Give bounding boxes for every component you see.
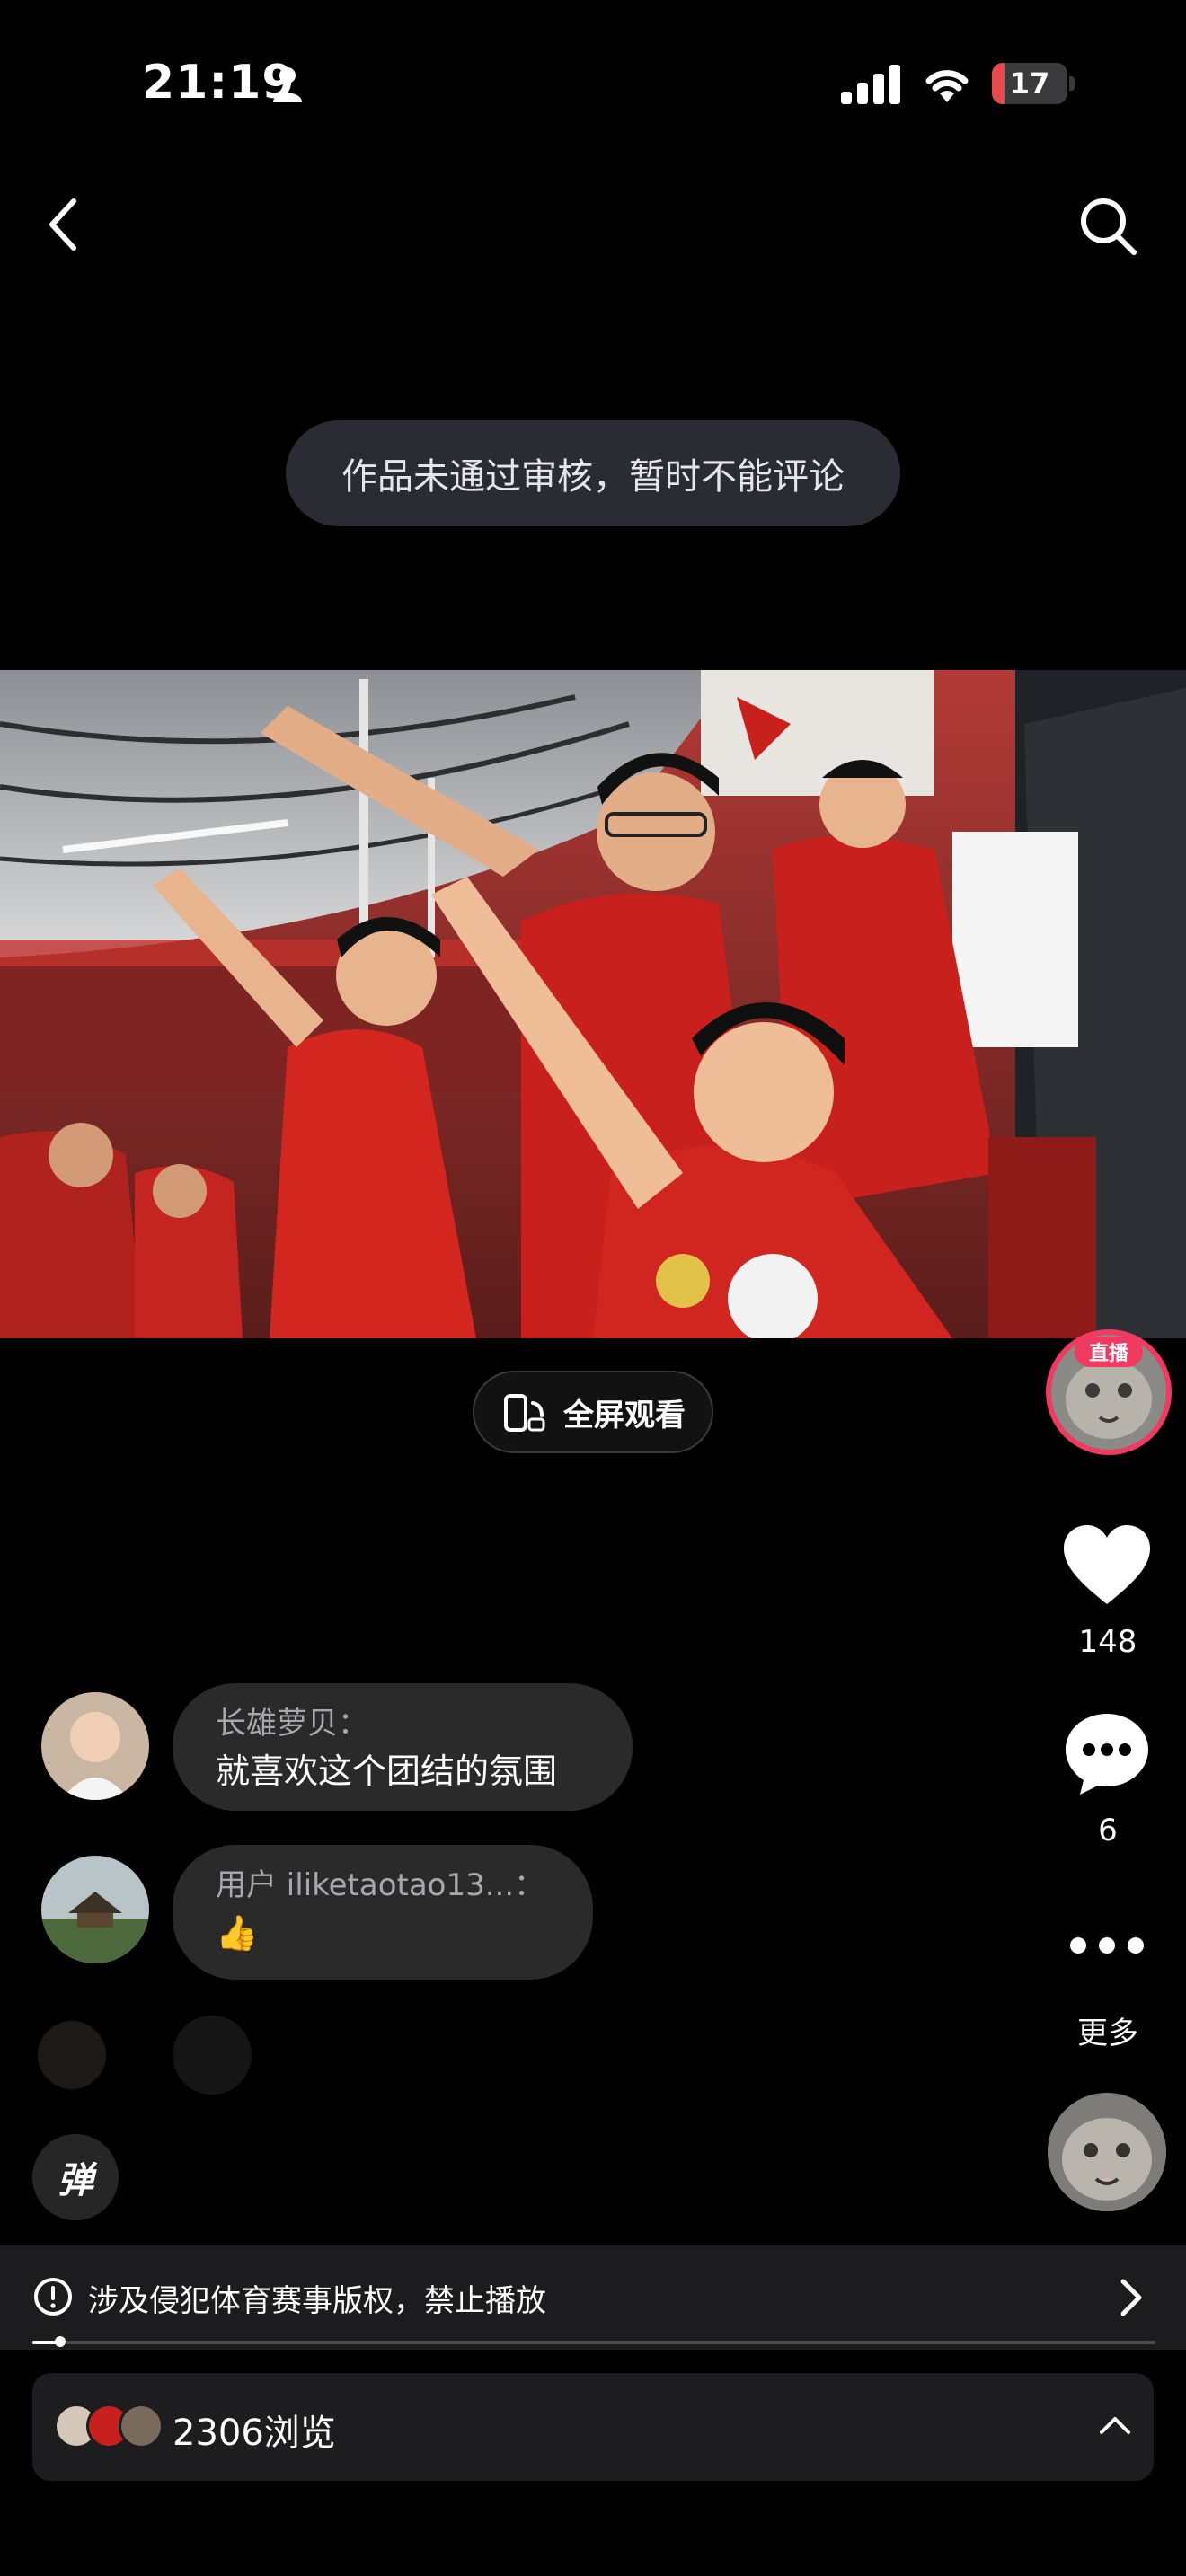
- heart-icon[interactable]: [1062, 1523, 1152, 1606]
- comment-author: 长雄萝贝：: [216, 1706, 368, 1742]
- chevron-up-icon[interactable]: [1098, 2413, 1132, 2438]
- battery-indicator: 17: [992, 63, 1075, 104]
- baby-avatar-image: [41, 1692, 149, 1800]
- comment-author: 用户 iliketaotao13...：: [216, 1867, 545, 1903]
- comment-bubble-placeholder: [173, 2016, 252, 2095]
- post-photo[interactable]: [0, 670, 1186, 1338]
- warning-icon: [34, 2278, 72, 2316]
- chevron-right-icon[interactable]: [1118, 2278, 1145, 2317]
- review-failed-toast: 作品未通过审核，暂时不能评论: [286, 420, 900, 526]
- more-icon[interactable]: [1066, 1928, 1148, 1963]
- viewer-avatar: [119, 2404, 164, 2448]
- person-icon: [273, 67, 302, 102]
- stadium-fans-image: [0, 670, 1186, 1338]
- search-button[interactable]: [1075, 189, 1143, 260]
- comment-icon[interactable]: [1062, 1710, 1152, 1796]
- back-button[interactable]: [36, 189, 90, 260]
- fullscreen-label: 全屏观看: [563, 1397, 686, 1434]
- comment-bubble[interactable]: 用户 iliketaotao13...： 👍: [173, 1845, 593, 1980]
- comment-text: 👍: [216, 1913, 259, 1953]
- comment-avatar[interactable]: [41, 1692, 149, 1800]
- pavilion-avatar-image: [41, 1856, 149, 1963]
- more-label[interactable]: 更多: [1033, 2008, 1182, 2052]
- battery-level-text: 17: [1009, 66, 1050, 101]
- rotate-phone-icon: [504, 1394, 545, 1432]
- wifi-icon: [925, 70, 969, 102]
- fullscreen-button[interactable]: 全屏观看: [473, 1371, 713, 1453]
- danmu-toggle-button[interactable]: 弹: [32, 2134, 119, 2220]
- comment-count: 6: [1098, 1813, 1118, 1848]
- views-count: 2306浏览: [173, 2413, 336, 2454]
- cat-avatar-image: [1048, 2093, 1166, 2211]
- copyright-notice-text: 涉及侵犯体育赛事版权，禁止播放: [88, 2283, 546, 2319]
- live-badge: 直播: [1075, 1337, 1143, 1367]
- creator-avatar[interactable]: [1048, 2093, 1166, 2211]
- playback-progress-bar[interactable]: [32, 2336, 1155, 2347]
- comment-text: 就喜欢这个团结的氛围: [216, 1751, 558, 1791]
- comment-bubble[interactable]: 长雄萝贝： 就喜欢这个团结的氛围: [173, 1683, 633, 1811]
- like-count: 148: [1078, 1624, 1137, 1660]
- comment-avatar[interactable]: [38, 2021, 106, 2089]
- cellular-signal-icon: [841, 65, 900, 104]
- comment-avatar[interactable]: [41, 1856, 149, 1963]
